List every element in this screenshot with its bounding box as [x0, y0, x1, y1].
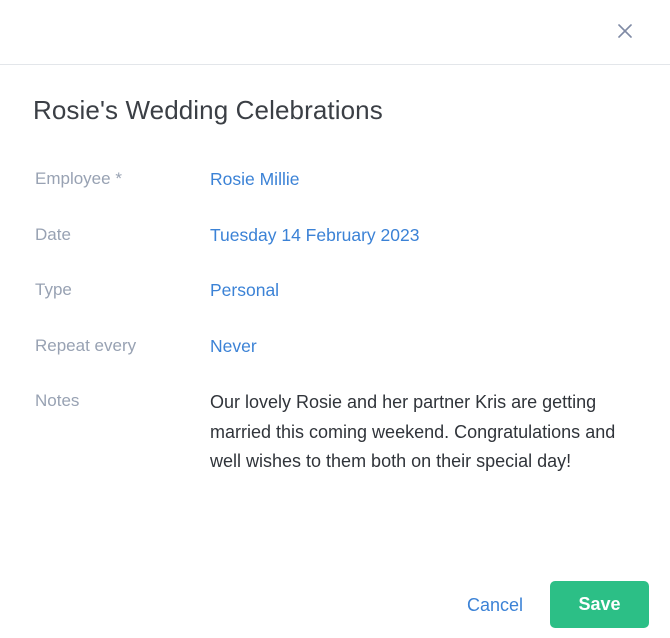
- employee-value-link[interactable]: Rosie Millie: [210, 167, 299, 191]
- date-label: Date: [35, 225, 71, 244]
- modal-title: Rosie's Wedding Celebrations: [33, 95, 383, 125]
- employee-label: Employee *: [35, 169, 122, 188]
- modal-header: [0, 0, 670, 65]
- close-icon[interactable]: [618, 24, 632, 38]
- repeat-value-link[interactable]: Never: [210, 334, 257, 358]
- notes-text[interactable]: Our lovely Rosie and her partner Kris ar…: [210, 388, 620, 477]
- date-value-link[interactable]: Tuesday 14 February 2023: [210, 223, 419, 247]
- cancel-button[interactable]: Cancel: [452, 583, 538, 627]
- close-button[interactable]: [612, 18, 638, 44]
- notes-label: Notes: [35, 391, 80, 410]
- type-value-link[interactable]: Personal: [210, 278, 279, 302]
- event-modal: Rosie's Wedding Celebrations Employee * …: [0, 0, 670, 638]
- repeat-label: Repeat every: [35, 336, 137, 355]
- save-button[interactable]: Save: [550, 581, 649, 628]
- type-label: Type: [35, 280, 72, 299]
